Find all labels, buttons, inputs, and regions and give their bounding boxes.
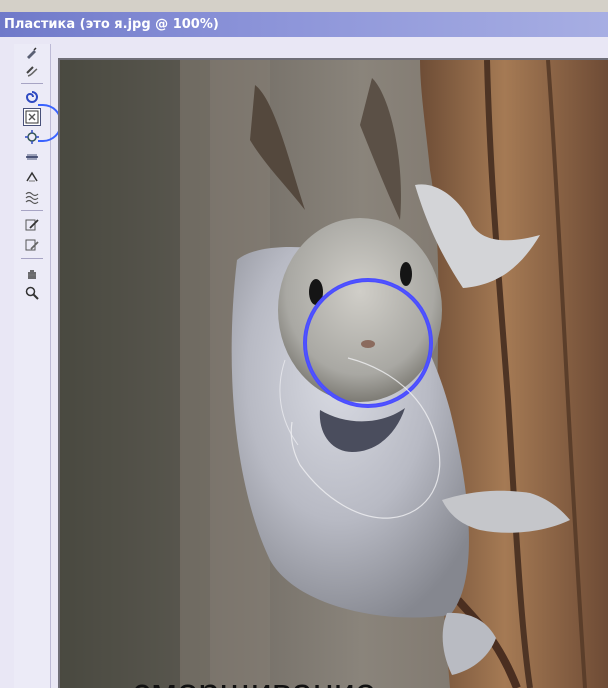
zoom-icon <box>25 286 39 300</box>
push-left-icon <box>26 154 38 160</box>
window-title: Пластика (это я.jpg @ 100%) <box>0 12 608 37</box>
turbulence-icon <box>25 191 39 205</box>
reconstruct-tool[interactable] <box>23 62 41 80</box>
mirror-icon <box>26 171 38 182</box>
freeze-mask-tool[interactable] <box>23 216 41 234</box>
zoom-tool[interactable] <box>23 284 41 302</box>
forward-warp-tool[interactable] <box>23 44 41 62</box>
effect-caption: сморщивание <box>132 672 376 688</box>
hand-tool[interactable] <box>23 264 41 282</box>
twirl-icon <box>25 91 38 103</box>
reconstruct-icon <box>26 66 38 77</box>
freeze-mask-icon <box>25 219 39 231</box>
preview-image[interactable] <box>60 60 608 688</box>
liquify-preview[interactable]: сморщивание <box>58 58 608 688</box>
hand-icon <box>28 270 36 279</box>
thaw-mask-icon <box>25 239 39 251</box>
forward-warp-icon <box>27 47 37 59</box>
thaw-mask-tool[interactable] <box>23 236 41 254</box>
turbulence-tool[interactable] <box>23 188 41 206</box>
push-left-tool[interactable] <box>23 148 41 166</box>
mirror-tool[interactable] <box>23 168 41 186</box>
